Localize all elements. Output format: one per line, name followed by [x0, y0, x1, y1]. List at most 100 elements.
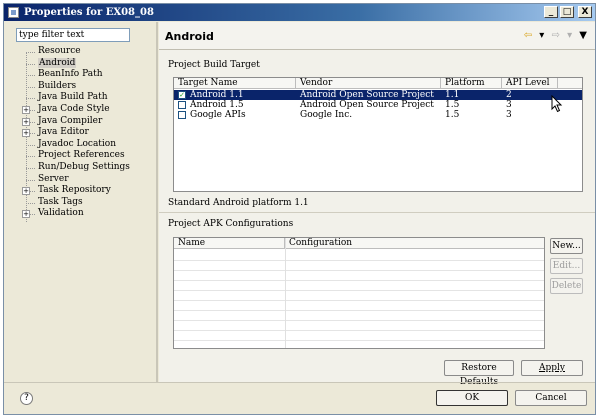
tree-item-task-tags[interactable]: Task Tags — [16, 197, 154, 209]
tree-item-java-build-path[interactable]: Java Build Path — [16, 92, 154, 104]
empty-row-line — [174, 330, 544, 331]
forward-menu-chevron-icon[interactable]: ▾ — [567, 30, 572, 41]
ok-button[interactable]: OK — [436, 390, 508, 406]
target-cell-api: 2 — [506, 90, 512, 100]
back-menu-chevron-icon[interactable]: ▾ — [539, 30, 544, 41]
help-icon[interactable]: ? — [20, 392, 33, 405]
tree-item-beaninfo-path[interactable]: BeanInfo Path — [16, 69, 154, 81]
new-config-button[interactable]: New... — [550, 238, 583, 254]
delete-config-button[interactable]: Delete — [550, 278, 583, 294]
tree-connector — [26, 75, 35, 77]
window-title: Properties for EX08_08 — [24, 7, 154, 18]
column-header-platform[interactable]: Platform — [441, 78, 502, 89]
target-cell-name: Android 1.5 — [190, 100, 244, 110]
tree-item-java-code-style[interactable]: + Java Code Style — [16, 104, 154, 116]
empty-row-line — [174, 310, 544, 311]
tree-item-resource[interactable]: Resource — [16, 46, 154, 58]
tree-connector — [26, 202, 35, 204]
close-button[interactable]: X — [578, 6, 592, 18]
tree-item-label: Resource — [38, 46, 81, 56]
apk-config-table[interactable]: Name Configuration — [173, 237, 545, 349]
title-bar[interactable]: Properties for EX08_08 _ □ X — [4, 4, 595, 21]
target-checkbox[interactable] — [178, 111, 186, 119]
tree-item-java-compiler[interactable]: + Java Compiler — [16, 116, 154, 128]
column-header-configuration[interactable]: Configuration — [285, 238, 544, 249]
empty-row-line — [174, 320, 544, 321]
target-cell-api: 3 — [506, 100, 512, 110]
target-cell-name: Google APIs — [190, 110, 246, 120]
tree-connector — [26, 86, 35, 88]
tree-connector — [26, 98, 35, 100]
target-row[interactable]: Android 1.5 Android Open Source Project 1.… — [174, 100, 582, 110]
target-cell-vendor: Android Open Source Project — [300, 100, 434, 110]
minimize-button[interactable]: _ — [544, 6, 558, 18]
target-cell-vendor: Google Inc. — [300, 110, 353, 120]
properties-window-icon — [8, 7, 19, 18]
page-header: Android ⇦ ▾ ⇨ ▾ ▼ — [159, 22, 595, 50]
empty-row-line — [174, 270, 544, 271]
target-description: Standard Android platform 1.1 — [168, 198, 309, 208]
target-checkbox[interactable]: ✓ — [178, 91, 186, 99]
properties-dialog: Properties for EX08_08 _ □ X type filter… — [3, 3, 596, 415]
apk-config-table-header: Name Configuration — [174, 238, 544, 249]
tree-connector — [26, 52, 35, 53]
tree-item-label: BeanInfo Path — [38, 69, 103, 80]
column-header-name[interactable]: Name — [174, 238, 285, 249]
tree-item-label: Run/Debug Settings — [38, 161, 130, 172]
expand-icon[interactable]: + — [22, 105, 30, 114]
expand-icon[interactable]: + — [22, 129, 30, 138]
target-row[interactable]: Google APIs Google Inc. 1.5 3 — [174, 110, 582, 120]
tree-item-task-repository[interactable]: + Task Repository — [16, 185, 154, 197]
tree-item-label: Task Repository — [38, 185, 111, 196]
forward-arrow-icon[interactable]: ⇨ — [552, 30, 560, 41]
tree-item-label: Server — [38, 173, 69, 184]
page-nav-toolbar: ⇦ ▾ ⇨ ▾ ▼ — [520, 30, 587, 41]
apk-config-section-label: Project APK Configurations — [168, 219, 294, 229]
build-target-section-label: Project Build Target — [168, 60, 260, 70]
tree-connector — [26, 167, 35, 169]
column-header-api-level[interactable]: API Level — [502, 78, 558, 89]
property-page-tree: Resource Android BeanInfo Path Builders Java… — [16, 46, 154, 222]
target-cell-platform: 1.1 — [445, 90, 460, 100]
tree-item-label: Project References — [38, 150, 125, 161]
build-target-table[interactable]: Target Name Vendor Platform API Level ✓ A… — [173, 77, 583, 192]
tree-item-builders[interactable]: Builders — [16, 81, 154, 93]
android-properties-page: Android ⇦ ▾ ⇨ ▾ ▼ Project Build Target T… — [159, 22, 595, 387]
tree-item-javadoc-location[interactable]: Javadoc Location — [16, 139, 154, 151]
maximize-button[interactable]: □ — [560, 6, 574, 18]
empty-row-line — [174, 290, 544, 291]
restore-defaults-button[interactable]: Restore Defaults — [444, 360, 514, 387]
tree-item-validation[interactable]: + Validation — [16, 208, 154, 220]
filter-input[interactable]: type filter text — [16, 28, 130, 42]
tree-item-run-debug-settings[interactable]: Run/Debug Settings — [16, 162, 154, 174]
footer-divider — [4, 382, 595, 383]
view-menu-icon[interactable]: ▼ — [579, 30, 587, 41]
expand-icon[interactable]: + — [22, 210, 30, 219]
build-target-table-header: Target Name Vendor Platform API Level — [174, 78, 582, 89]
tree-item-android[interactable]: Android — [16, 57, 154, 70]
expand-icon[interactable]: + — [22, 187, 30, 196]
expand-icon[interactable]: + — [22, 117, 30, 126]
tree-item-label: Task Tags — [38, 196, 83, 207]
sash[interactable] — [156, 22, 158, 382]
tree-item-label: Validation — [38, 208, 84, 219]
tree-connector — [26, 179, 35, 181]
edit-config-button[interactable]: Edit... — [550, 258, 583, 274]
target-cell-name: Android 1.1 — [190, 90, 244, 100]
empty-row-line — [174, 300, 544, 301]
tree-item-java-editor[interactable]: + Java Editor — [16, 127, 154, 139]
back-arrow-icon[interactable]: ⇦ — [524, 30, 532, 41]
column-header-target-name[interactable]: Target Name — [174, 78, 296, 89]
tree-item-project-references[interactable]: Project References — [16, 150, 154, 162]
tree-item-label: Java Code Style — [38, 103, 110, 114]
target-cell-platform: 1.5 — [445, 110, 460, 120]
tree-item-server[interactable]: Server — [16, 174, 154, 186]
target-row[interactable]: ✓ Android 1.1 Android Open Source Project 1… — [174, 90, 582, 100]
cancel-button[interactable]: Cancel — [515, 390, 587, 406]
mouse-pointer-icon — [551, 95, 563, 113]
empty-row-line — [174, 280, 544, 281]
empty-row-line — [174, 260, 544, 261]
apply-button[interactable]: Apply — [521, 360, 583, 376]
column-header-vendor[interactable]: Vendor — [296, 78, 441, 89]
target-checkbox[interactable] — [178, 101, 186, 109]
